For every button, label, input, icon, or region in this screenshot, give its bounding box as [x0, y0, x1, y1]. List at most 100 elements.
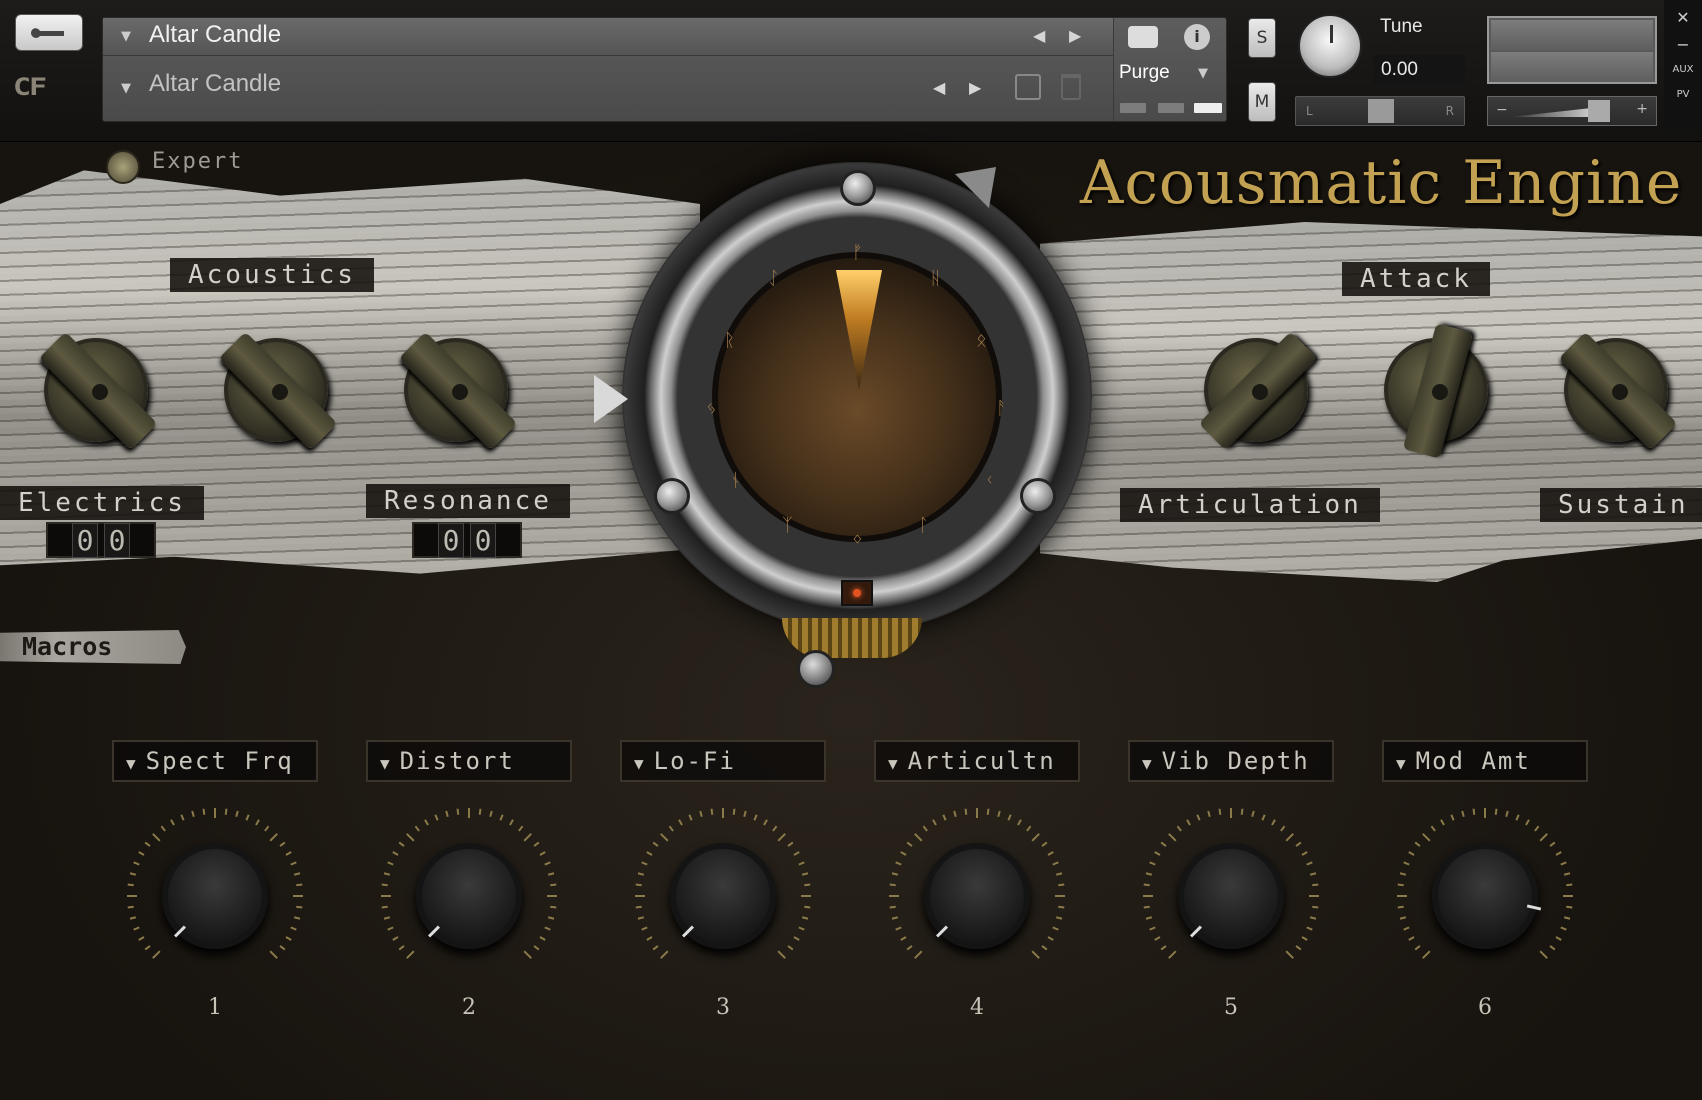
electrics-counter[interactable]: 0 0	[46, 522, 156, 558]
prev-patch-icon[interactable]: ◀	[933, 78, 945, 97]
solo-button[interactable]: S	[1248, 18, 1276, 58]
macro-number: 5	[1224, 995, 1238, 1020]
rune-mark: ᚠ	[852, 242, 863, 263]
acoustics-knob-2[interactable]	[224, 338, 328, 442]
acoustics-label: Acoustics	[170, 258, 374, 292]
instrument-row: ▼ Altar Candle ◀ ▶	[103, 18, 1113, 56]
expert-label: Expert	[152, 149, 244, 174]
macro-dropdown-icon: ▼	[1142, 754, 1154, 773]
macro-4-knob-area	[877, 805, 1077, 975]
aux-button[interactable]: AUX	[1664, 64, 1702, 75]
macro-6-knob[interactable]	[1432, 843, 1538, 949]
pan-slider[interactable]: L R	[1295, 96, 1465, 126]
info-icon[interactable]: i	[1184, 24, 1210, 50]
rune-mark: ᛇ	[768, 268, 779, 289]
attack-label[interactable]: Attack	[1342, 262, 1490, 296]
electrics-digit-2: 0	[104, 522, 130, 558]
dial-pendulum[interactable]	[797, 650, 835, 688]
attack-knob[interactable]	[1384, 338, 1488, 442]
pan-left-label: L	[1306, 104, 1313, 118]
patch-dropdown-icon[interactable]: ▼	[113, 78, 139, 100]
purge-dropdown-icon[interactable]: ▼	[1198, 66, 1208, 81]
cf-logo: CF	[13, 73, 47, 102]
macro-1-dropdown[interactable]: ▼ Spect Frq	[112, 740, 318, 782]
save-icon[interactable]	[1015, 74, 1041, 100]
close-icon[interactable]: ✕	[1664, 8, 1702, 27]
bolt-icon	[654, 478, 690, 514]
volume-plus: +	[1636, 101, 1648, 117]
macro-3-knob-area	[623, 805, 823, 975]
macro-label: Lo-Fi	[653, 747, 736, 775]
kontakt-header: CF ▼ Altar Candle ◀ ▶ ▼ Altar Candle ◀ ▶…	[0, 0, 1702, 142]
macro-3-dropdown[interactable]: ▼ Lo-Fi	[620, 740, 826, 782]
acoustics-knob-1[interactable]	[44, 338, 148, 442]
next-patch-icon[interactable]: ▶	[969, 78, 981, 97]
bolt-icon	[1020, 478, 1056, 514]
mute-button[interactable]: M	[1248, 82, 1276, 122]
pan-right-label: R	[1445, 104, 1454, 118]
rune-mark: ᚺ	[930, 268, 941, 289]
macro-number: 6	[1478, 995, 1492, 1020]
minimize-icon[interactable]: −	[1664, 35, 1702, 54]
sustain-knob[interactable]	[1564, 338, 1668, 442]
tune-label: Tune	[1380, 16, 1423, 37]
electrics-digit-1: 0	[72, 522, 98, 558]
tune-value[interactable]: 0.00	[1373, 55, 1465, 84]
rune-mark: ᛟ	[976, 330, 987, 351]
macro-dropdown-icon: ▼	[1396, 754, 1408, 773]
patch-name[interactable]: Altar Candle	[149, 70, 281, 98]
articulation-knob-1[interactable]	[1204, 338, 1308, 442]
rune-mark: ᚲ	[984, 470, 995, 491]
macro-label: Spect Frq	[145, 747, 294, 775]
macro-number: 2	[462, 995, 476, 1020]
macro-label: Distort	[399, 747, 515, 775]
macro-2-dropdown[interactable]: ▼ Distort	[366, 740, 572, 782]
acoustics-knob-3[interactable]	[404, 338, 508, 442]
macro-2-knob-area	[369, 805, 569, 975]
gear-icon	[782, 618, 922, 658]
side-column: ✕ − AUX PV	[1664, 0, 1702, 130]
expert-toggle[interactable]	[106, 150, 140, 184]
macro-number: 1	[208, 995, 222, 1020]
camera-icon[interactable]	[1128, 26, 1158, 48]
resonance-counter[interactable]: 0 0	[412, 522, 522, 558]
pv-button[interactable]: PV	[1664, 89, 1702, 100]
macro-label: Articultn	[907, 747, 1056, 775]
prev-instrument-icon[interactable]: ◀	[1033, 26, 1045, 45]
resonance-label: Resonance	[366, 484, 570, 518]
purge-menu[interactable]: Purge	[1119, 62, 1170, 84]
wrench-icon[interactable]	[15, 14, 83, 51]
macro-6-knob-area	[1385, 805, 1585, 975]
macro-number: 4	[970, 995, 984, 1020]
instrument-title: Acousmatic Engine	[1080, 148, 1683, 218]
rune-mark: ᚾ	[730, 470, 741, 491]
macro-number: 3	[716, 995, 730, 1020]
macro-dropdown-icon: ▼	[126, 754, 138, 773]
tune-knob[interactable]	[1298, 14, 1362, 78]
macro-dropdown-icon: ▼	[888, 754, 900, 773]
macro-5-dropdown[interactable]: ▼ Vib Depth	[1128, 740, 1334, 782]
articulation-label: Articulation	[1120, 488, 1380, 522]
macros-tab[interactable]: Macros	[0, 630, 186, 664]
macro-1-knob-area	[115, 805, 315, 975]
resonance-digit-2: 0	[470, 522, 496, 558]
instrument-name[interactable]: Altar Candle	[149, 21, 281, 49]
macro-label: Vib Depth	[1161, 747, 1310, 775]
bolt-icon	[840, 170, 876, 206]
instrument-dropdown-icon[interactable]: ▼	[113, 26, 139, 48]
volume-slider[interactable]: − +	[1487, 96, 1657, 126]
delete-icon[interactable]	[1061, 74, 1081, 100]
rune-mark: ᚱ	[724, 330, 735, 351]
pan-handle[interactable]	[1368, 99, 1394, 123]
macro-6-dropdown[interactable]: ▼ Mod Amt	[1382, 740, 1588, 782]
macro-4-dropdown[interactable]: ▼ Articultn	[874, 740, 1080, 782]
output-meter	[1487, 16, 1657, 84]
rune-mark: ᛜ	[852, 530, 863, 551]
rune-mark: ᛃ	[706, 398, 717, 419]
dial-left-arrow-icon[interactable]	[594, 375, 628, 423]
volume-minus: −	[1496, 102, 1508, 118]
macro-dropdown-icon: ▼	[634, 754, 646, 773]
next-instrument-icon[interactable]: ▶	[1069, 26, 1081, 45]
sustain-label[interactable]: Sustain	[1540, 488, 1702, 522]
volume-handle[interactable]	[1588, 100, 1610, 122]
